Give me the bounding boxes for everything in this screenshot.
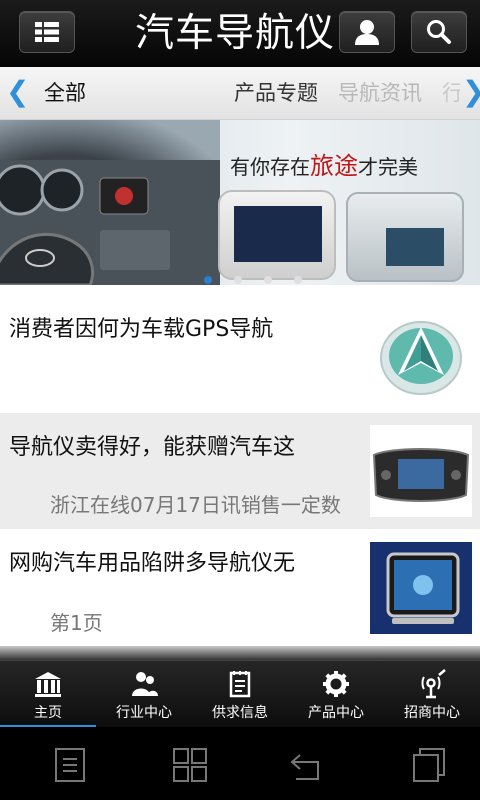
category-product-topics[interactable]: 产品专题 (234, 79, 318, 107)
news-item[interactable]: 网购汽车用品陷阱多导航仪无 第1页 (0, 529, 480, 646)
portable-navigator-thumbnail (370, 542, 472, 634)
pagination-dot[interactable] (234, 276, 242, 284)
tab-home[interactable]: 主页 (0, 661, 96, 728)
system-navigation-bar (0, 727, 480, 800)
news-title: 导航仪卖得好，能获赠汽车这 (9, 435, 296, 460)
news-summary: 浙江在线07月17日讯销售一定数 (50, 493, 341, 517)
tab-label: 产品中心 (308, 705, 364, 721)
category-industry[interactable]: 行 (442, 79, 460, 107)
banner-slogan: 有你存在旅途才完美 (230, 152, 418, 180)
bottom-tab-bar: 主页 行业中心 供求信息 产品中心 招商中心 (0, 660, 480, 728)
navigation-arrow-logo-thumbnail (380, 321, 462, 395)
menu-button[interactable] (19, 11, 75, 53)
user-button[interactable] (339, 11, 395, 53)
news-title: 网购汽车用品陷阱多导航仪无 (9, 551, 296, 576)
tab-label: 供求信息 (212, 705, 268, 721)
navigator-device-image (218, 190, 336, 280)
antenna-icon (421, 669, 446, 699)
category-navigation-news[interactable]: 导航资讯 (338, 79, 422, 107)
news-title: 消费者因何为车载GPS导航 (9, 317, 274, 342)
menu-icon[interactable] (50, 745, 90, 785)
page-title: 汽车导航仪 (134, 11, 335, 56)
pagination-dot[interactable] (294, 276, 302, 284)
tab-industry-center[interactable]: 行业中心 (96, 661, 192, 728)
car-navigator-thumbnail (370, 425, 472, 517)
grid-menu-icon (35, 22, 59, 42)
app-header: 汽车导航仪 (0, 0, 480, 67)
car-interior-navigator-image (346, 192, 464, 282)
tab-label: 招商中心 (404, 705, 460, 721)
search-icon (427, 20, 451, 44)
scroll-right-arrow-icon[interactable]: ❯ (462, 77, 480, 107)
tab-product-center[interactable]: 产品中心 (288, 661, 384, 728)
people-icon (132, 672, 158, 696)
notepad-icon (229, 671, 251, 698)
user-icon (355, 20, 379, 45)
gear-icon (323, 671, 349, 697)
home-grid-icon[interactable] (170, 745, 210, 785)
pagination-dot[interactable] (264, 276, 272, 284)
category-bar: ❮ 全部 产品专题 导航资讯 行 ❯ (0, 67, 480, 120)
banner-pagination (204, 276, 302, 284)
scroll-left-arrow-icon[interactable]: ❮ (6, 77, 29, 107)
car-dashboard-image (0, 120, 220, 285)
promo-banner[interactable]: 有你存在旅途才完美 (0, 120, 480, 285)
tab-label: 主页 (34, 705, 62, 721)
tab-label: 行业中心 (116, 705, 172, 721)
pagination-dot[interactable] (204, 276, 212, 284)
category-all[interactable]: 全部 (44, 79, 86, 107)
tab-investment-center[interactable]: 招商中心 (384, 661, 480, 728)
tab-supply-demand[interactable]: 供求信息 (192, 661, 288, 728)
home-bank-icon (35, 672, 61, 697)
news-item[interactable]: 消费者因何为车载GPS导航 (0, 285, 480, 413)
recent-apps-icon[interactable] (408, 745, 448, 785)
list-bottom-shadow (0, 646, 480, 660)
back-icon[interactable] (288, 745, 328, 785)
page-indicator: 第1页 (50, 611, 103, 635)
search-button[interactable] (411, 11, 467, 53)
news-item[interactable]: 导航仪卖得好，能获赠汽车这 浙江在线07月17日讯销售一定数 (0, 413, 480, 529)
